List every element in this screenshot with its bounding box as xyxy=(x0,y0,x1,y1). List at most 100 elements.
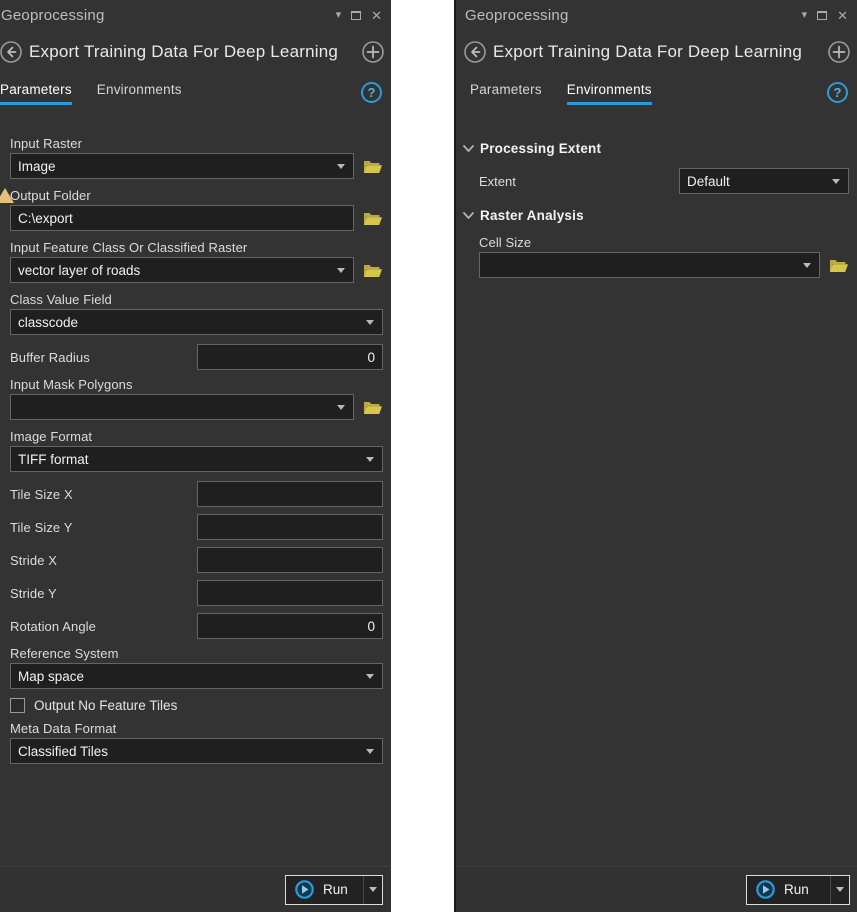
field-label: Stride X xyxy=(10,553,57,568)
section-title: Raster Analysis xyxy=(480,208,584,223)
pane-menu-icon[interactable]: ▾ xyxy=(336,10,342,21)
pane-float-icon[interactable] xyxy=(351,11,361,20)
field-stride-x: Stride X xyxy=(10,547,383,573)
chevron-down-icon xyxy=(463,144,474,153)
help-icon[interactable]: ? xyxy=(827,82,848,103)
field-reference-system: Reference System Map space xyxy=(10,646,383,689)
output-no-feature-tiles-checkbox[interactable] xyxy=(10,698,25,713)
run-play-icon xyxy=(295,880,314,899)
tile-size-y-input[interactable] xyxy=(197,514,383,540)
field-label: Reference System xyxy=(10,646,383,661)
field-input-feature-class: Input Feature Class Or Classified Raster… xyxy=(10,240,383,283)
field-extent: Extent Default xyxy=(479,168,849,194)
output-folder-input[interactable]: C:\export xyxy=(10,205,354,231)
section-processing-extent[interactable]: Processing Extent xyxy=(463,141,849,156)
buffer-radius-input[interactable]: 0 xyxy=(197,344,383,370)
warning-icon xyxy=(0,188,14,203)
field-buffer-radius: Buffer Radius 0 xyxy=(10,344,383,370)
add-to-model-icon[interactable] xyxy=(828,41,850,63)
section-raster-analysis[interactable]: Raster Analysis xyxy=(463,208,849,223)
combo-value: TIFF format xyxy=(18,452,89,467)
chevron-down-icon xyxy=(836,887,844,892)
field-label: Input Feature Class Or Classified Raster xyxy=(10,240,383,255)
back-icon[interactable] xyxy=(464,41,486,63)
run-label: Run xyxy=(784,882,809,897)
field-tile-size-y: Tile Size Y xyxy=(10,514,383,540)
field-rotation-angle: Rotation Angle 0 xyxy=(10,613,383,639)
tool-title: Export Training Data For Deep Learning xyxy=(29,42,338,62)
pane-footer: Run xyxy=(0,866,391,912)
field-tile-size-x: Tile Size X xyxy=(10,481,383,507)
browse-folder-icon[interactable] xyxy=(363,210,383,227)
chevron-down-icon xyxy=(337,268,345,273)
run-label: Run xyxy=(323,882,348,897)
pane-title: Geoprocessing xyxy=(465,7,569,24)
field-label: Extent xyxy=(479,174,679,189)
rotation-angle-input[interactable]: 0 xyxy=(197,613,383,639)
combo-value: Image xyxy=(18,159,56,174)
tab-parameters[interactable]: Parameters xyxy=(470,82,542,105)
field-label: Buffer Radius xyxy=(10,350,90,365)
tile-size-x-input[interactable] xyxy=(197,481,383,507)
pane-title: Geoprocessing xyxy=(1,7,105,24)
stride-y-input[interactable] xyxy=(197,580,383,606)
field-class-value-field: Class Value Field classcode xyxy=(10,292,383,335)
pane-titlebar: Geoprocessing ▾ ✕ xyxy=(0,0,391,30)
browse-folder-icon[interactable] xyxy=(363,399,383,416)
stride-x-input[interactable] xyxy=(197,547,383,573)
run-options-button[interactable] xyxy=(363,876,382,904)
text-value: C:\export xyxy=(18,211,73,226)
pane-footer: Run xyxy=(456,866,857,912)
pane-titlebar: Geoprocessing ▾ ✕ xyxy=(456,0,857,30)
image-format-combo[interactable]: TIFF format xyxy=(10,446,383,472)
geoprocessing-pane-parameters: Geoprocessing ▾ ✕ Export Training Data F… xyxy=(0,0,391,912)
run-button[interactable]: Run xyxy=(746,875,850,905)
field-label: Image Format xyxy=(10,429,383,444)
class-value-field-combo[interactable]: classcode xyxy=(10,309,383,335)
chevron-down-icon xyxy=(337,405,345,410)
browse-folder-icon[interactable] xyxy=(829,257,849,274)
tab-bar: Parameters Environments ? xyxy=(456,74,857,115)
field-image-format: Image Format TIFF format xyxy=(10,429,383,472)
tab-bar: Parameters Environments ? xyxy=(0,74,391,115)
tab-parameters[interactable]: Parameters xyxy=(0,82,72,105)
field-output-no-feature-tiles: Output No Feature Tiles xyxy=(10,698,383,713)
add-to-model-icon[interactable] xyxy=(362,41,384,63)
input-raster-combo[interactable]: Image xyxy=(10,153,354,179)
reference-system-combo[interactable]: Map space xyxy=(10,663,383,689)
chevron-down-icon xyxy=(366,320,374,325)
extent-combo[interactable]: Default xyxy=(679,168,849,194)
run-button[interactable]: Run xyxy=(285,875,383,905)
browse-folder-icon[interactable] xyxy=(363,158,383,175)
field-label: Cell Size xyxy=(479,235,849,250)
combo-value: Classified Tiles xyxy=(18,744,108,759)
section-title: Processing Extent xyxy=(480,141,601,156)
field-label: Meta Data Format xyxy=(10,721,383,736)
pane-close-icon[interactable]: ✕ xyxy=(837,9,848,22)
pane-close-icon[interactable]: ✕ xyxy=(371,9,382,22)
field-stride-y: Stride Y xyxy=(10,580,383,606)
tool-header: Export Training Data For Deep Learning xyxy=(456,30,857,74)
checkbox-label: Output No Feature Tiles xyxy=(34,698,177,713)
field-label: Input Raster xyxy=(10,136,383,151)
combo-value: classcode xyxy=(18,315,78,330)
tab-environments[interactable]: Environments xyxy=(97,82,182,105)
input-mask-polygons-combo[interactable] xyxy=(10,394,354,420)
chevron-down-icon xyxy=(369,887,377,892)
chevron-down-icon xyxy=(366,457,374,462)
field-label: Class Value Field xyxy=(10,292,383,307)
tab-environments[interactable]: Environments xyxy=(567,82,652,105)
browse-folder-icon[interactable] xyxy=(363,262,383,279)
help-icon[interactable]: ? xyxy=(361,82,382,103)
run-options-button[interactable] xyxy=(830,876,849,904)
combo-value: Map space xyxy=(18,669,84,684)
input-feature-class-combo[interactable]: vector layer of roads xyxy=(10,257,354,283)
pane-float-icon[interactable] xyxy=(817,11,827,20)
field-label: Tile Size X xyxy=(10,487,73,502)
pane-menu-icon[interactable]: ▾ xyxy=(802,10,808,21)
field-input-raster: Input Raster Image xyxy=(10,136,383,179)
cell-size-combo[interactable] xyxy=(479,252,820,278)
back-icon[interactable] xyxy=(0,41,22,63)
meta-data-format-combo[interactable]: Classified Tiles xyxy=(10,738,383,764)
run-play-icon xyxy=(756,880,775,899)
